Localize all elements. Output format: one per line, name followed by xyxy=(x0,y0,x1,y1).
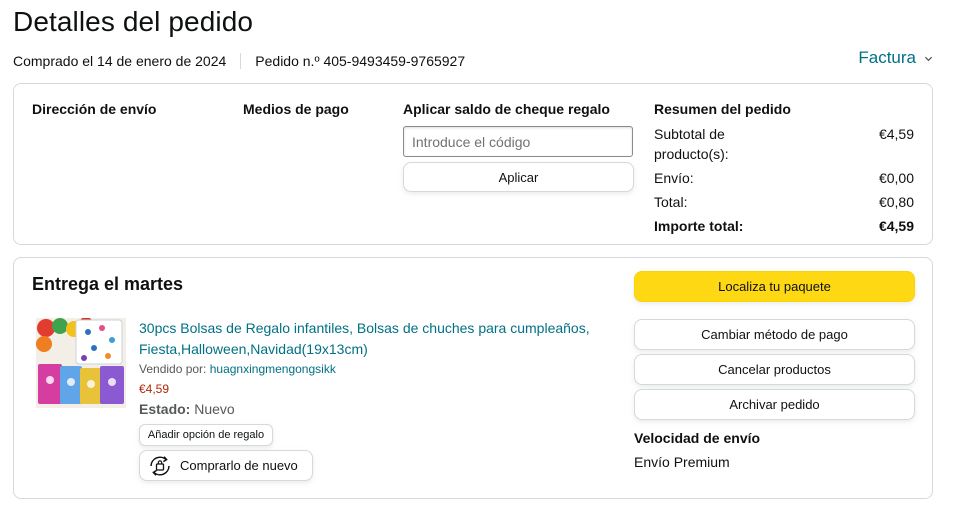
summary-label: Subtotal de producto(s): xyxy=(654,126,729,162)
summary-value: €4,59 xyxy=(878,218,914,234)
product-image[interactable] xyxy=(36,318,126,408)
summary-value: €4,59 xyxy=(878,126,914,142)
purchase-date: Comprado el 14 de enero de 2024 xyxy=(13,53,227,69)
track-package-button[interactable]: Localiza tu paquete xyxy=(634,271,915,302)
order-meta: Comprado el 14 de enero de 2024 Pedido n… xyxy=(13,53,465,69)
order-summary: Subtotal de producto(s): €4,59 Envío: €0… xyxy=(654,124,914,240)
delivery-card: Entrega el martes 30pcs Bolsas de Regalo… xyxy=(13,257,933,499)
cancel-items-button[interactable]: Cancelar productos xyxy=(634,354,915,385)
product-title-link[interactable]: 30pcs Bolsas de Regalo infantiles, Bolsa… xyxy=(139,318,609,360)
invoice-label: Factura xyxy=(858,48,916,67)
buy-again-icon xyxy=(150,455,170,476)
summary-value: €0,00 xyxy=(878,170,914,186)
shipping-speed-value: Envío Premium xyxy=(634,454,730,470)
summary-label: Total: xyxy=(654,194,688,210)
summary-row-subtotal: Subtotal de producto(s): €4,59 xyxy=(654,124,914,164)
summary-label: Importe total: xyxy=(654,218,744,234)
apply-button[interactable]: Aplicar xyxy=(403,162,634,192)
summary-row-total: Total: €0,80 xyxy=(654,192,914,212)
page-title: Detalles del pedido xyxy=(13,6,254,37)
product-condition: Estado: Nuevo xyxy=(139,401,235,417)
sold-by-label: Vendido por: xyxy=(139,362,207,376)
change-payment-button[interactable]: Cambiar método de pago xyxy=(634,319,915,350)
payment-methods-title: Medios de pago xyxy=(243,101,349,117)
buy-again-label: Comprarlo de nuevo xyxy=(180,458,298,473)
summary-label: Envío: xyxy=(654,170,694,186)
order-number: Pedido n.º 405-9493459-9765927 xyxy=(255,53,466,69)
invoice-dropdown[interactable]: Factura xyxy=(858,48,933,68)
divider xyxy=(240,53,242,69)
shipping-address-title: Dirección de envío xyxy=(32,101,157,117)
chevron-down-icon xyxy=(924,56,933,61)
seller-line: Vendido por: huagnxingmengongsikk xyxy=(139,362,336,376)
condition-label: Estado: xyxy=(139,401,191,417)
archive-order-button[interactable]: Archivar pedido xyxy=(634,389,915,420)
seller-link[interactable]: huagnxingmengongsikk xyxy=(210,362,336,376)
buy-again-button[interactable]: Comprarlo de nuevo xyxy=(139,450,313,481)
gift-card-title: Aplicar saldo de cheque regalo xyxy=(403,101,610,117)
summary-row-shipping: Envío: €0,00 xyxy=(654,168,914,188)
summary-value: €0,80 xyxy=(878,194,914,210)
gift-card-code-input[interactable] xyxy=(403,126,633,157)
order-summary-title: Resumen del pedido xyxy=(654,101,791,117)
condition-value: Nuevo xyxy=(194,401,235,417)
add-gift-option-button[interactable]: Añadir opción de regalo xyxy=(139,424,273,446)
product-price: €4,59 xyxy=(139,382,170,396)
summary-row-grand-total: Importe total: €4,59 xyxy=(654,216,914,236)
order-info-card: Dirección de envío Medios de pago Aplica… xyxy=(13,83,933,245)
shipping-speed-title: Velocidad de envío xyxy=(634,430,761,446)
delivery-title: Entrega el martes xyxy=(32,274,184,294)
